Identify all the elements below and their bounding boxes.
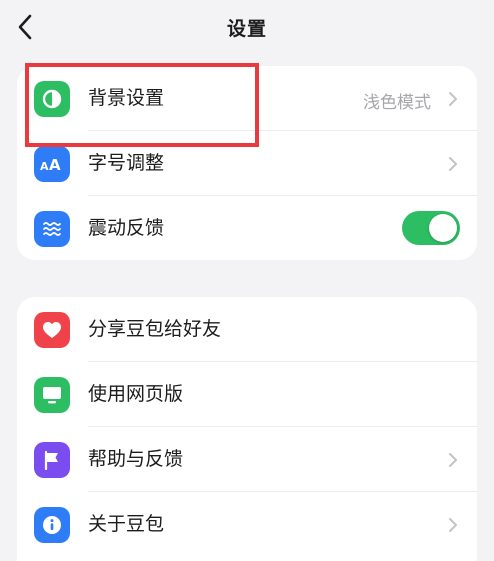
- heart-icon: [34, 312, 70, 348]
- row-label: 使用网页版: [88, 383, 184, 405]
- row-label: 背景设置: [88, 87, 165, 109]
- contrast-icon: [34, 81, 70, 117]
- chevron-right-icon: [449, 453, 457, 467]
- row-web-version[interactable]: 使用网页版: [17, 362, 477, 427]
- flag-icon: [34, 442, 70, 478]
- chevron-right-icon: [449, 92, 457, 106]
- row-help-feedback[interactable]: 帮助与反馈: [17, 427, 477, 492]
- page-title: 设置: [226, 18, 267, 40]
- row-label: 字号调整: [88, 152, 165, 174]
- chevron-right-icon: [449, 518, 457, 532]
- background-mode-value: 浅色模式: [363, 93, 431, 113]
- vibration-icon: [34, 211, 70, 247]
- vibration-toggle[interactable]: [402, 211, 460, 245]
- row-background-setting[interactable]: 背景设置 浅色模式: [17, 66, 477, 131]
- font-size-icon: A A: [34, 146, 70, 182]
- row-label: 帮助与反馈: [88, 448, 184, 470]
- row-font-size[interactable]: A A 字号调整: [17, 131, 477, 196]
- row-label: 关于豆包: [88, 513, 165, 535]
- svg-text:A: A: [40, 160, 49, 173]
- toggle-knob: [429, 214, 457, 242]
- settings-card-display: 背景设置 浅色模式 A A 字号调整 震动反馈: [17, 66, 477, 260]
- header: 设置: [0, 0, 494, 56]
- row-label: 震动反馈: [88, 217, 165, 239]
- settings-card-general: 分享豆包给好友 使用网页版 帮助与反馈 关于豆包: [17, 297, 477, 561]
- svg-text:A: A: [49, 156, 61, 174]
- row-share-to-friends[interactable]: 分享豆包给好友: [17, 297, 477, 362]
- chevron-right-icon: [449, 157, 457, 171]
- monitor-icon: [34, 377, 70, 413]
- row-about[interactable]: 关于豆包: [17, 492, 477, 557]
- info-icon: [34, 507, 70, 543]
- row-vibration-feedback: 震动反馈: [17, 196, 477, 261]
- row-label: 分享豆包给好友: [88, 318, 222, 340]
